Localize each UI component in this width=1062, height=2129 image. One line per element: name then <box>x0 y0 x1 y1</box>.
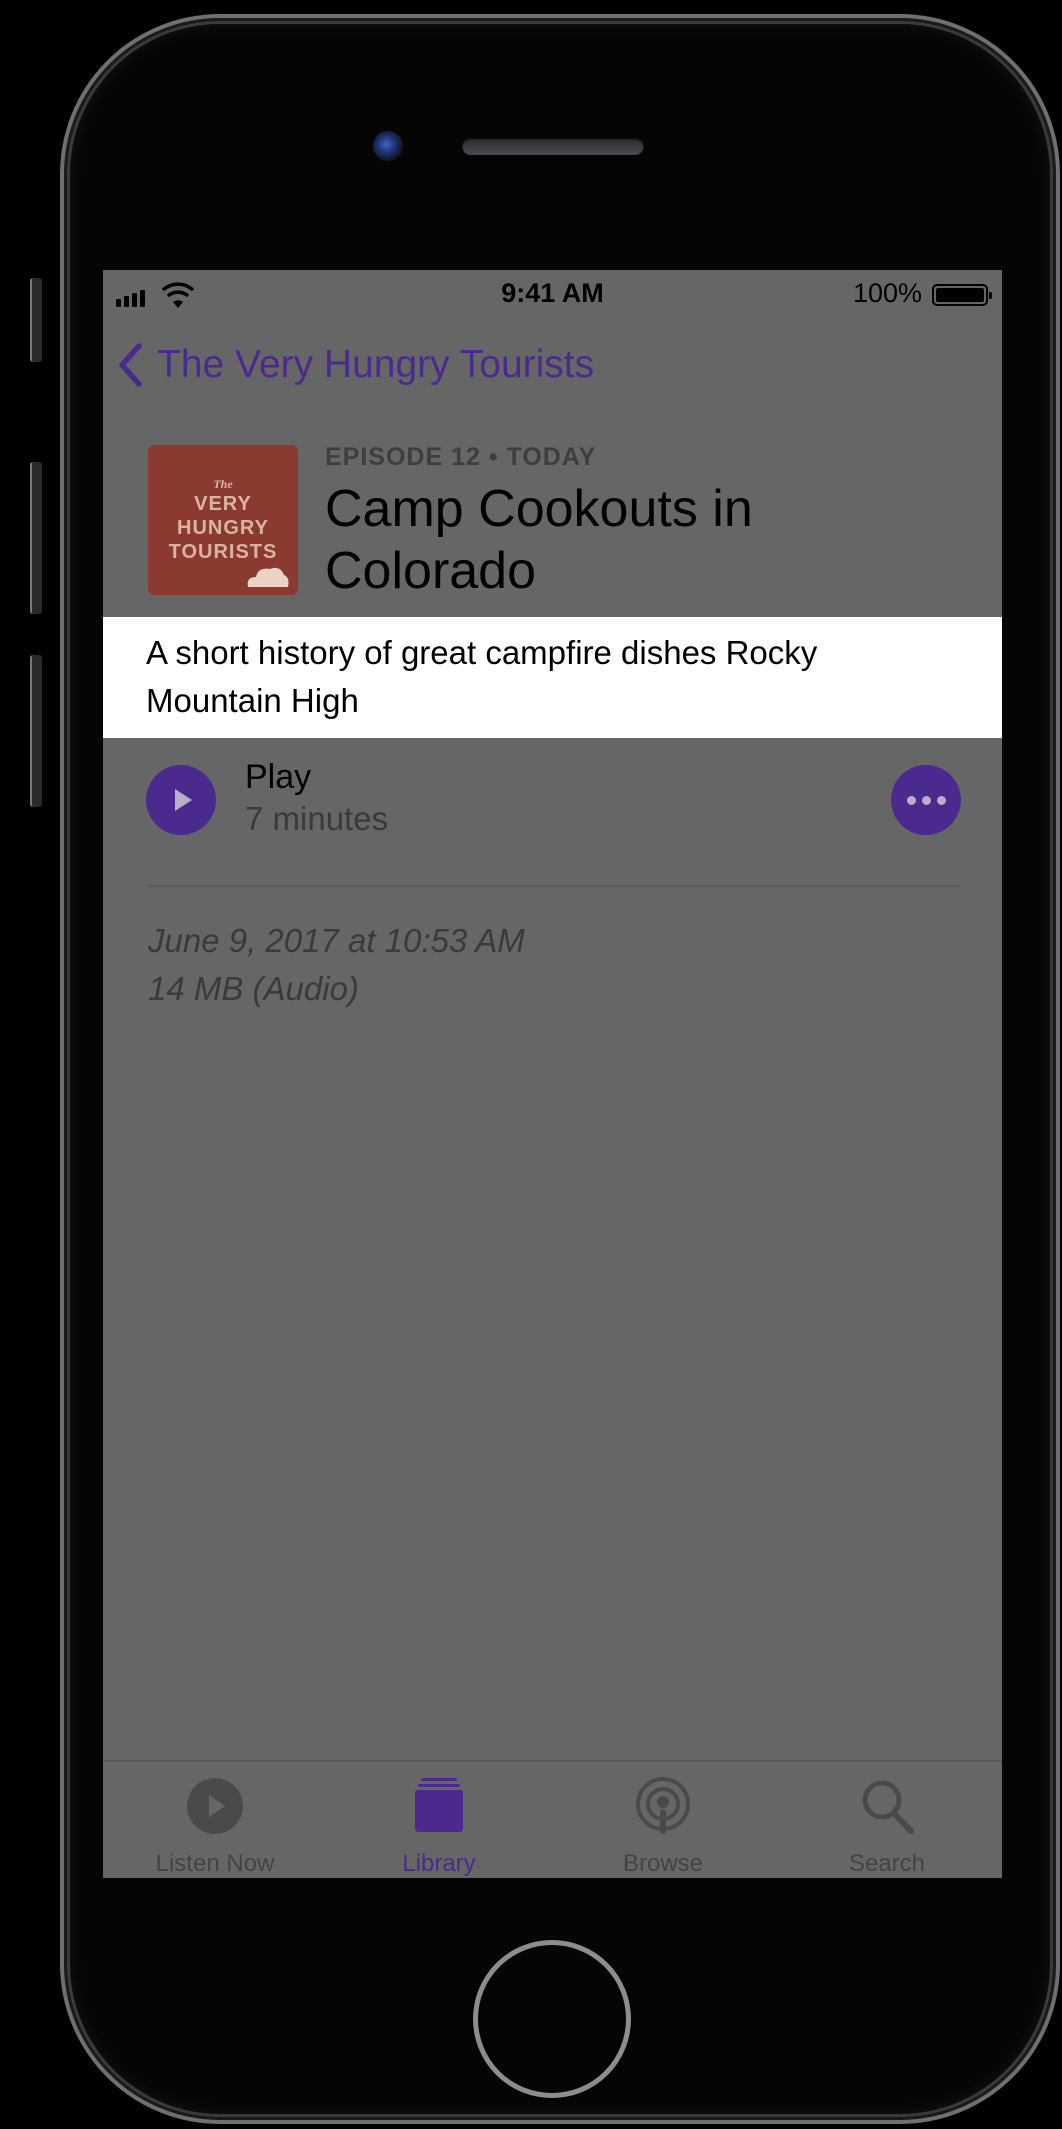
tab-bar: Listen Now Library Browse Search <box>103 1760 1002 1878</box>
episode-title: Camp Cookouts in Colorado <box>325 480 753 600</box>
more-options-button[interactable] <box>891 765 961 835</box>
description-highlight: A short history of great campfire dishes… <box>103 617 1002 738</box>
artwork-text-very: VERY <box>194 492 252 515</box>
play-button[interactable] <box>146 765 216 835</box>
back-button[interactable]: The Very Hungry Tourists <box>117 342 594 388</box>
ellipsis-dot <box>936 795 946 805</box>
chevron-left-icon <box>119 343 142 387</box>
episode-date: June 9, 2017 at 10:53 AM <box>148 922 525 959</box>
search-icon <box>862 1780 914 1834</box>
tab-browse[interactable]: Browse <box>551 1762 775 1878</box>
ellipsis-dot <box>921 795 931 805</box>
mute-switch <box>30 278 42 362</box>
tab-label: Search <box>848 1850 926 1877</box>
tab-library[interactable]: Library <box>327 1762 551 1878</box>
episode-size: 14 MB (Audio) <box>148 970 359 1007</box>
tab-search[interactable]: Search <box>775 1762 999 1878</box>
podcast-artwork: The VERY HUNGRY TOURISTS <box>148 445 298 595</box>
status-bar: 9:41 AM 100% <box>103 270 1002 314</box>
episode-meta: EPISODE 12 • TODAY <box>325 443 597 471</box>
episode-duration: 7 minutes <box>245 800 389 837</box>
artwork-text-hungry: HUNGRY <box>177 516 269 539</box>
divider <box>148 885 960 887</box>
play-label[interactable]: Play <box>245 758 311 797</box>
tab-label: Listen Now <box>155 1850 275 1877</box>
artwork-text-tourists: TOURISTS <box>168 540 278 563</box>
home-button[interactable] <box>473 1940 631 2098</box>
episode-description: A short history of great campfire dishes… <box>146 634 818 719</box>
volume-up-button <box>30 462 42 614</box>
ellipsis-dot <box>906 795 916 805</box>
back-label: The Very Hungry Tourists <box>157 343 595 386</box>
play-icon <box>175 789 192 811</box>
play-circle-icon <box>187 1778 243 1834</box>
tab-label: Library <box>402 1850 476 1877</box>
artwork-text-the: The <box>213 476 233 491</box>
earpiece-speaker <box>462 138 644 155</box>
battery-percent: 100% <box>852 278 922 308</box>
cloud-icon <box>247 567 289 587</box>
podcast-icon <box>636 1777 690 1834</box>
volume-down-button <box>30 655 42 807</box>
screen: 9:41 AM 100% The Very Hungry Tourists Th… <box>103 270 1002 1878</box>
tab-listen-now[interactable]: Listen Now <box>103 1762 327 1878</box>
tab-label: Browse <box>622 1850 704 1877</box>
battery-icon <box>932 284 992 306</box>
front-camera <box>373 131 403 161</box>
library-stack-icon <box>415 1778 463 1832</box>
